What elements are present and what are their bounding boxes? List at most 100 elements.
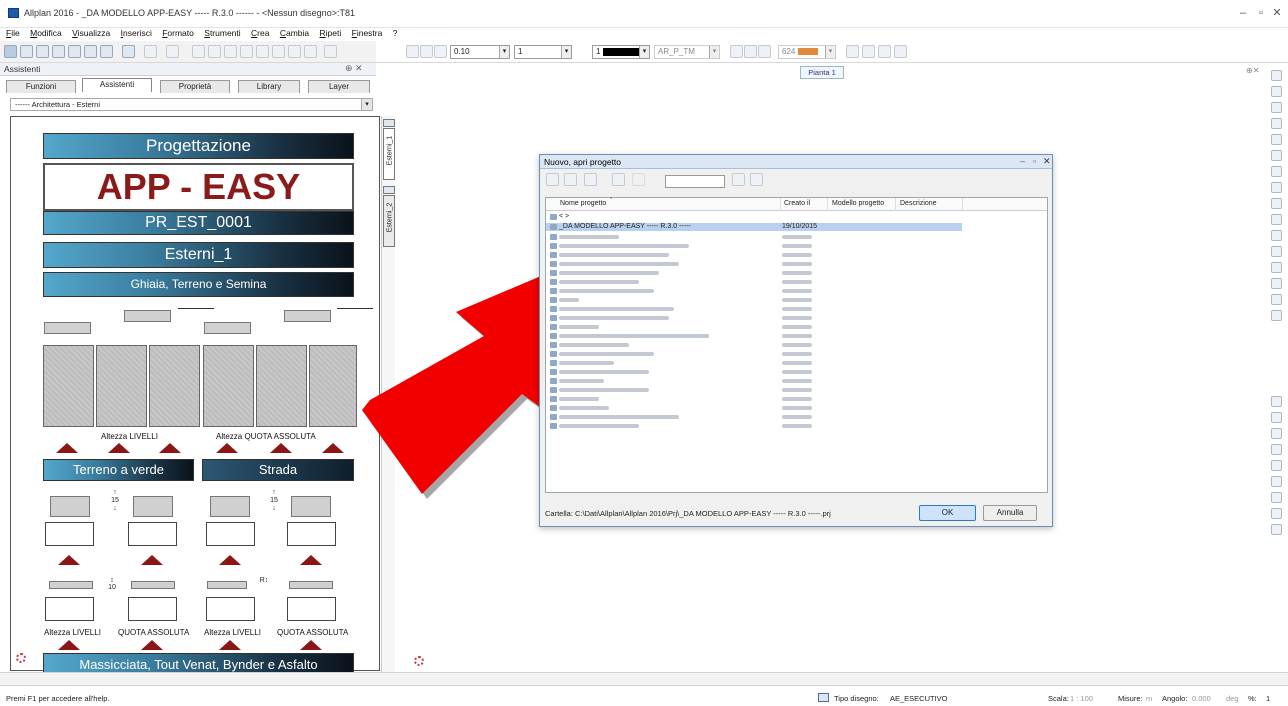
scale-icon[interactable] — [1271, 444, 1282, 455]
line-select[interactable]: 1 ▾ — [514, 45, 572, 59]
thin-slab-sample[interactable] — [131, 581, 175, 589]
column-modello[interactable]: Modello progetto — [832, 200, 884, 207]
terrain-swatch[interactable] — [96, 345, 147, 427]
list-item[interactable] — [546, 251, 1047, 259]
track-icon[interactable] — [744, 45, 757, 58]
menu-cambia[interactable]: Cambia — [280, 28, 311, 38]
slab-sample[interactable] — [210, 496, 250, 517]
delete-icon[interactable] — [240, 45, 253, 58]
angolo-value[interactable]: 0.000 — [1192, 694, 1211, 703]
tipo-disegno-value[interactable]: AE_ESECUTIVO — [890, 694, 948, 703]
list-item[interactable] — [546, 395, 1047, 403]
properties-icon[interactable] — [584, 173, 597, 186]
list-item[interactable] — [546, 323, 1047, 331]
terrain-swatch[interactable] — [256, 345, 307, 427]
menu-ripeti[interactable]: Ripeti — [320, 28, 344, 38]
arrow-up-icon[interactable] — [141, 640, 163, 650]
view-options-icon[interactable] — [732, 173, 745, 186]
arrow-up-icon[interactable] — [300, 640, 322, 650]
object-icon[interactable] — [304, 45, 317, 58]
input-box[interactable] — [45, 522, 94, 546]
angle-icon[interactable] — [1271, 134, 1282, 145]
slab-sample[interactable] — [44, 322, 91, 334]
pencil-icon[interactable] — [1271, 70, 1282, 81]
fileset-icon[interactable] — [224, 45, 237, 58]
arrow-up-icon[interactable] — [270, 443, 292, 453]
arrow-up-icon[interactable] — [141, 555, 163, 565]
slab-sample[interactable] — [204, 322, 251, 334]
scala-value[interactable]: 1 : 100 — [1070, 694, 1093, 703]
area-icon[interactable] — [1271, 182, 1282, 193]
arrow-up-icon[interactable] — [108, 443, 130, 453]
mirror-icon[interactable] — [1271, 428, 1282, 439]
format-icon[interactable] — [288, 45, 301, 58]
offset-icon[interactable] — [1271, 508, 1282, 519]
list-item[interactable] — [546, 368, 1047, 376]
menu-formato[interactable]: Formato — [162, 28, 196, 38]
menu-finestra[interactable]: Finestra — [352, 28, 385, 38]
slab-sample[interactable] — [291, 496, 331, 517]
slab-sample[interactable] — [133, 496, 173, 517]
properties-icon[interactable] — [84, 45, 97, 58]
list-item[interactable] — [546, 242, 1047, 250]
label-icon[interactable] — [1271, 166, 1282, 177]
dialog-close-button[interactable]: ✕ — [1043, 156, 1051, 167]
column-creato-il[interactable]: Creato il — [784, 200, 810, 207]
dialog-maximize-button[interactable]: ▫ — [1033, 156, 1036, 166]
thin-slab-sample[interactable] — [207, 581, 247, 589]
list-item-up[interactable]: < > — [546, 213, 1047, 221]
column-descrizione[interactable]: Descrizione — [900, 200, 937, 207]
percent-value[interactable]: 1 — [1266, 694, 1270, 703]
assistant-toggle-icon[interactable] — [4, 45, 17, 58]
layout-icon[interactable] — [878, 45, 891, 58]
new-icon[interactable] — [20, 45, 33, 58]
list-item[interactable] — [546, 413, 1047, 421]
list-item[interactable] — [546, 332, 1047, 340]
redo-icon[interactable] — [166, 45, 179, 58]
terrain-swatch[interactable] — [309, 345, 357, 427]
open-icon[interactable] — [36, 45, 49, 58]
arrow-up-icon[interactable] — [56, 443, 78, 453]
list-item[interactable] — [546, 386, 1047, 394]
arrow-up-icon[interactable] — [219, 555, 241, 565]
command-line-strip[interactable] — [0, 672, 1288, 686]
list-item[interactable] — [546, 305, 1047, 313]
color-select[interactable]: 1 ▾ — [592, 45, 650, 59]
misure-value[interactable]: m — [1146, 694, 1152, 703]
arrow-up-icon[interactable] — [58, 555, 80, 565]
cancel-button[interactable]: Annulla — [983, 505, 1037, 521]
grid-icon[interactable] — [758, 45, 771, 58]
element-icon[interactable] — [1271, 262, 1282, 273]
list-item[interactable] — [546, 296, 1047, 304]
sheet-icon[interactable] — [383, 186, 395, 194]
terrain-swatch[interactable] — [43, 345, 94, 427]
input-box[interactable] — [287, 597, 336, 621]
arrow-up-icon[interactable] — [216, 443, 238, 453]
arrow-up-icon[interactable] — [58, 640, 80, 650]
input-box[interactable] — [45, 597, 94, 621]
list-item[interactable] — [546, 314, 1047, 322]
thin-slab-sample[interactable] — [289, 581, 333, 589]
project-search-input[interactable] — [665, 175, 725, 188]
stretch-icon[interactable] — [1271, 460, 1282, 471]
move-icon[interactable] — [1271, 476, 1282, 487]
terrain-swatch[interactable] — [149, 345, 200, 427]
pen-tool-icon[interactable] — [406, 45, 419, 58]
brush-icon[interactable] — [1271, 86, 1282, 97]
close-tool-icon[interactable] — [1271, 310, 1282, 321]
symbol-icon[interactable] — [1271, 230, 1282, 241]
macro-icon[interactable] — [1271, 246, 1282, 257]
rotate-icon[interactable] — [1271, 412, 1282, 423]
list-item[interactable] — [546, 233, 1047, 241]
line-tool-icon[interactable] — [420, 45, 433, 58]
drawing-window-controls[interactable]: ⊕✕ — [1246, 66, 1259, 75]
print-icon[interactable] — [68, 45, 81, 58]
new-project-icon[interactable] — [546, 173, 559, 186]
pen-icon[interactable] — [256, 45, 269, 58]
save-icon[interactable] — [52, 45, 65, 58]
tab-funzioni[interactable]: Funzioni — [6, 80, 76, 93]
list-item-selected[interactable]: _DA MODELLO APP-EASY ----- R.3.0 ----- 19… — [546, 223, 962, 231]
tab-assistenti[interactable]: Assistenti — [82, 78, 152, 92]
copy-project-icon[interactable] — [612, 173, 625, 186]
list-item[interactable] — [546, 359, 1047, 367]
